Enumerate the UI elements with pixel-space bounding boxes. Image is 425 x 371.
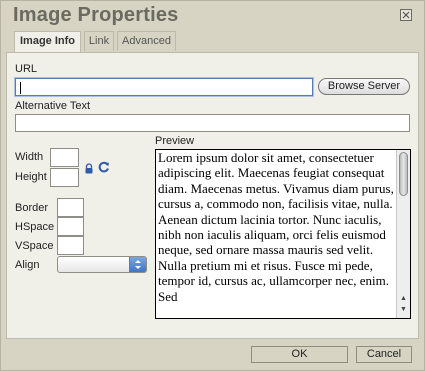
scrollbar-thumb[interactable] bbox=[399, 152, 408, 196]
preview-label: Preview bbox=[155, 135, 195, 147]
align-label: Align bbox=[15, 259, 40, 271]
hspace-input[interactable] bbox=[57, 217, 84, 236]
height-input[interactable] bbox=[50, 168, 79, 187]
image-info-panel: URL Browse Server Alternative Text Width… bbox=[6, 52, 419, 339]
alt-text-label: Alternative Text bbox=[15, 100, 91, 112]
ok-button[interactable]: OK bbox=[251, 346, 348, 363]
preview-box: Lorem ipsum dolor sit amet, consectetuer… bbox=[155, 149, 411, 319]
lock-icon[interactable] bbox=[84, 161, 94, 174]
height-label: Height bbox=[15, 171, 47, 183]
align-select[interactable] bbox=[57, 256, 147, 273]
reset-size-icon[interactable] bbox=[98, 160, 110, 173]
dialog-title: Image Properties bbox=[13, 4, 179, 26]
vspace-input[interactable] bbox=[57, 236, 84, 255]
border-input[interactable] bbox=[57, 198, 84, 217]
preview-text: Lorem ipsum dolor sit amet, consectetuer… bbox=[158, 150, 394, 304]
border-label: Border bbox=[15, 202, 49, 214]
tab-link[interactable]: Link bbox=[84, 31, 114, 51]
alt-text-input[interactable] bbox=[15, 114, 410, 132]
select-arrows-icon bbox=[129, 257, 146, 272]
tab-image-info[interactable]: Image Info bbox=[14, 31, 81, 53]
image-properties-dialog: Image Properties Image Info Link Advance… bbox=[0, 0, 425, 371]
scroll-down-icon[interactable]: ▼ bbox=[400, 306, 407, 313]
width-input[interactable] bbox=[50, 148, 79, 167]
scroll-up-icon[interactable]: ▲ bbox=[400, 295, 407, 302]
vspace-label: VSpace bbox=[15, 240, 54, 252]
text-caret bbox=[20, 82, 21, 94]
cancel-button[interactable]: Cancel bbox=[356, 346, 412, 363]
hspace-label: HSpace bbox=[15, 221, 55, 233]
url-input[interactable] bbox=[15, 78, 313, 96]
browse-server-button[interactable]: Browse Server bbox=[318, 78, 410, 95]
close-icon[interactable] bbox=[400, 9, 412, 21]
url-label: URL bbox=[15, 63, 38, 75]
width-label: Width bbox=[15, 151, 44, 163]
tab-advanced[interactable]: Advanced bbox=[117, 31, 176, 51]
preview-scrollbar[interactable]: ▲ ▼ bbox=[396, 150, 410, 318]
